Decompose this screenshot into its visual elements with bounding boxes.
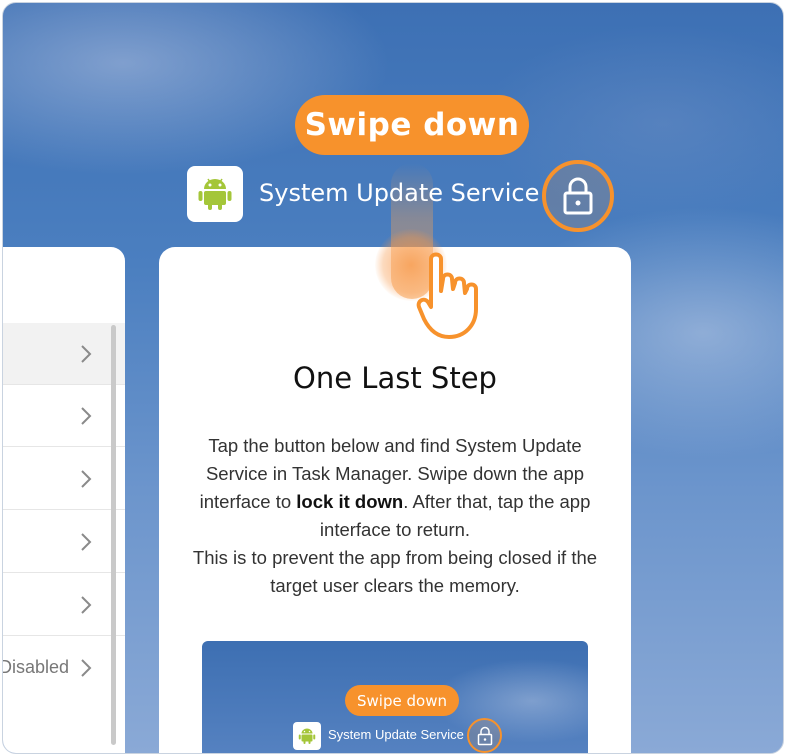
settings-row[interactable] (3, 574, 125, 636)
android-icon (293, 722, 321, 750)
preview-swipe-label: Swipe down (345, 685, 459, 716)
instruction-emphasis: lock it down (296, 491, 404, 512)
chevron-right-icon (81, 659, 92, 677)
settings-row[interactable] (3, 385, 125, 447)
settings-row-value: Disabled (2, 657, 69, 677)
chevron-right-icon (81, 596, 92, 614)
chevron-right-icon (81, 533, 92, 551)
scrollbar[interactable] (111, 325, 116, 745)
settings-row[interactable] (3, 511, 125, 573)
app-title: System Update Service (259, 179, 540, 207)
swipe-down-label: Swipe down (295, 95, 529, 155)
settings-panel: Disabled (2, 247, 125, 753)
preview-image: Swipe down System Update Service (202, 641, 588, 753)
chevron-right-icon (81, 407, 92, 425)
instruction-text: This is to prevent the app from being cl… (192, 547, 598, 596)
android-icon (187, 166, 243, 222)
card-instructions: Tap the button below and find System Upd… (189, 432, 601, 600)
chevron-right-icon (81, 345, 92, 363)
hand-swipe-icon (416, 252, 478, 339)
card-title: One Last Step (293, 361, 497, 395)
settings-row[interactable] (3, 448, 125, 510)
tutorial-screen: Disabled One Last Step Tap the button be… (2, 2, 784, 754)
lock-icon[interactable] (542, 160, 614, 232)
settings-row[interactable] (3, 323, 125, 385)
chevron-right-icon (81, 470, 92, 488)
instruction-card: One Last Step Tap the button below and f… (159, 247, 631, 753)
lock-icon (467, 718, 502, 753)
settings-row[interactable]: Disabled (2, 637, 125, 699)
preview-app-title: System Update Service (328, 727, 464, 742)
